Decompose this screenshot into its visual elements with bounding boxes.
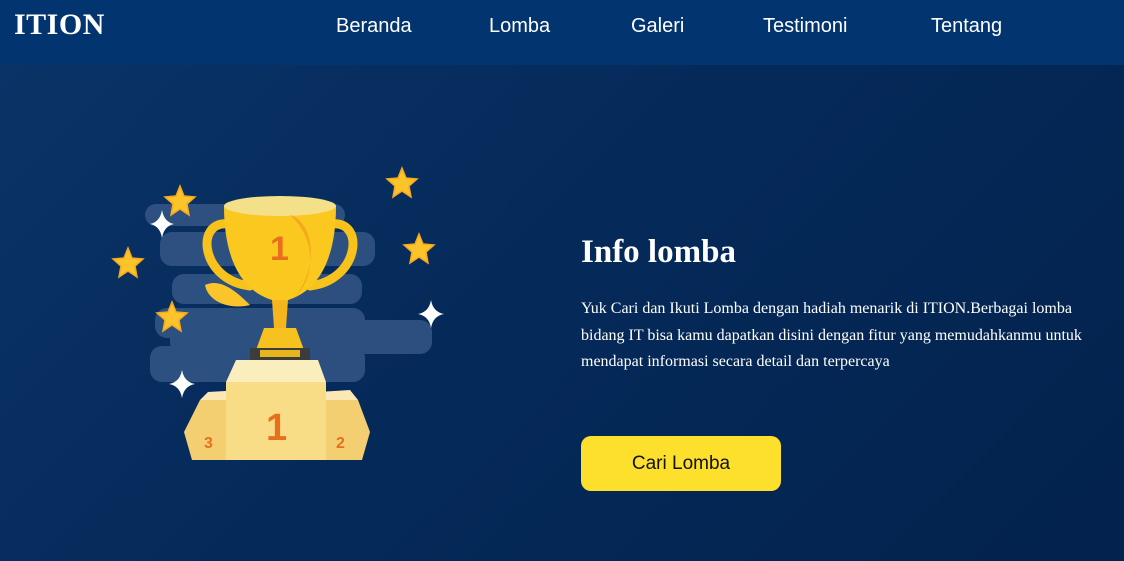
podium-third-label: 3 bbox=[204, 435, 213, 452]
nav-link-lomba[interactable]: Lomba bbox=[489, 14, 550, 38]
nav-link-beranda[interactable]: Beranda bbox=[336, 14, 412, 38]
star-icon bbox=[402, 231, 436, 265]
podium-second-label: 2 bbox=[336, 435, 345, 452]
star-icon bbox=[385, 165, 419, 199]
cari-lomba-button[interactable]: Cari Lomba bbox=[581, 436, 781, 491]
navbar: ITION Beranda Lomba Galeri Testimoni Ten… bbox=[0, 0, 1124, 65]
trophy-number: 1 bbox=[270, 230, 289, 268]
info-title: Info lomba bbox=[581, 234, 736, 270]
trophy-illustration: 1 3 2 1 bbox=[100, 160, 460, 470]
nav-link-testimoni[interactable]: Testimoni bbox=[763, 14, 847, 38]
info-description: Yuk Cari dan Ikuti Lomba dengan hadiah m… bbox=[581, 300, 1082, 370]
star-icon bbox=[111, 245, 145, 279]
nav-link-tentang[interactable]: Tentang bbox=[931, 14, 1002, 38]
podium-first-label: 1 bbox=[266, 407, 287, 449]
brand-logo[interactable]: ITION bbox=[14, 6, 105, 44]
nav-link-galeri[interactable]: Galeri bbox=[631, 14, 684, 38]
